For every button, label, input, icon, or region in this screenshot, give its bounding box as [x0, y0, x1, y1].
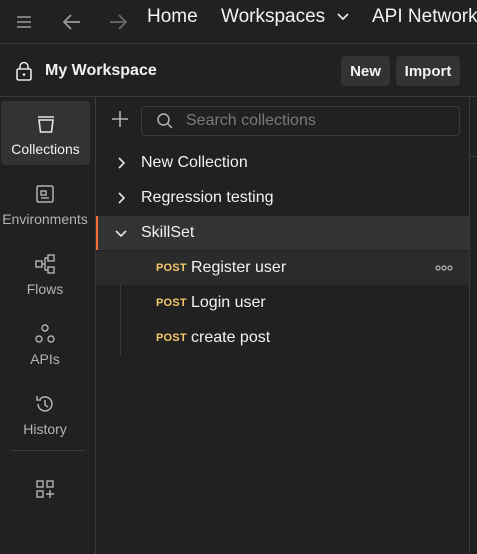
top-bar: Home Workspaces API Network	[0, 0, 477, 44]
collection-item-regression-testing[interactable]: Regression testing	[96, 181, 470, 215]
collection-item-skillset[interactable]: SkillSet	[96, 216, 470, 250]
collection-item-new-collection[interactable]: New Collection	[96, 146, 470, 180]
sidebar-item-label: Collections	[11, 141, 80, 157]
workspace-header: My Workspace New Import	[0, 45, 477, 97]
selection-indicator	[96, 216, 98, 250]
search-box	[141, 106, 460, 136]
sidebar-item-flows[interactable]: Flows	[0, 241, 90, 305]
new-button[interactable]: New	[341, 56, 390, 86]
collection-label: Regression testing	[141, 189, 274, 206]
history-icon	[36, 396, 53, 412]
hamburger-icon[interactable]	[8, 6, 40, 38]
request-label: Login user	[191, 294, 266, 311]
flows-icon	[35, 254, 55, 274]
more-options-icon[interactable]	[434, 261, 454, 275]
sidebar-item-label: Environments	[2, 211, 88, 227]
apis-icon	[35, 324, 55, 343]
chevron-right-icon	[118, 192, 126, 204]
chevron-right-icon	[118, 157, 126, 169]
chevron-down-icon	[115, 230, 127, 238]
sidebar-item-label: APIs	[30, 351, 60, 367]
sidebar-item-environments[interactable]: Environments	[0, 171, 90, 235]
chevron-down-icon	[337, 13, 350, 21]
sidebar-item-label: History	[23, 421, 67, 437]
request-item-login-user[interactable]: POST Login user	[96, 286, 470, 320]
sidebar-nav: Collections Environments Flows APIs Hist…	[0, 97, 96, 554]
search-input[interactable]	[186, 107, 454, 135]
request-method-badge: POST	[156, 297, 187, 309]
plus-icon[interactable]	[109, 108, 131, 130]
lock-icon	[16, 61, 32, 81]
sidebar-item-collections[interactable]: Collections	[1, 101, 90, 165]
workspaces-label: Workspaces	[221, 6, 326, 27]
collections-panel: New Collection Regression testing SkillS…	[96, 97, 470, 554]
add-workbench-icon	[36, 480, 54, 498]
panel-divider[interactable]	[469, 97, 470, 554]
sidebar-item-history[interactable]: History	[0, 381, 90, 445]
environments-icon	[36, 185, 54, 203]
sidebar-item-apis[interactable]: APIs	[0, 311, 90, 375]
sidebar-divider	[10, 450, 86, 451]
workspace-title: My Workspace	[45, 62, 157, 79]
arrow-left-icon[interactable]	[56, 6, 88, 38]
request-label: Register user	[191, 259, 287, 276]
request-label: create post	[191, 329, 271, 346]
request-method-badge: POST	[156, 332, 187, 344]
sidebar-item-label: Flows	[26, 281, 64, 297]
collection-label: SkillSet	[141, 224, 195, 241]
import-button[interactable]: Import	[396, 56, 460, 86]
request-item-create-post[interactable]: POST create post	[96, 321, 470, 355]
editor-tab-edge	[470, 130, 477, 157]
search-icon	[157, 113, 173, 129]
home-link[interactable]: Home	[147, 0, 198, 44]
request-item-register-user[interactable]: POST Register user	[96, 251, 470, 285]
arrow-right-icon[interactable]	[102, 6, 134, 38]
request-method-badge: POST	[156, 262, 187, 274]
api-network-link[interactable]: API Network	[372, 0, 477, 44]
configure-workbench-button[interactable]	[0, 468, 90, 532]
collections-icon	[37, 116, 54, 133]
workspaces-menu[interactable]: Workspaces	[221, 0, 350, 44]
collection-label: New Collection	[141, 154, 248, 171]
